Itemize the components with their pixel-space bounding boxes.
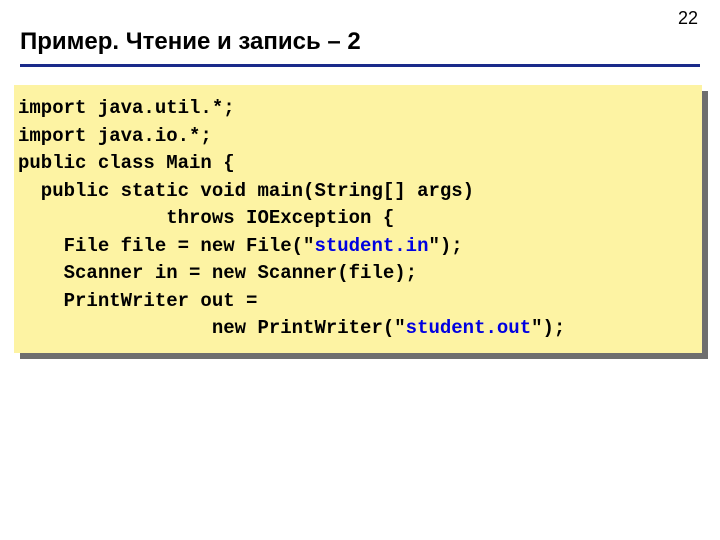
code-line: PrintWriter out = [18,290,257,312]
title-area: Пример. Чтение и запись – 2 [0,0,720,67]
title-rule [20,64,700,67]
page-number: 22 [678,8,698,29]
code-line: public static void main(String[] args) [18,180,474,202]
code-block: import java.util.*; import java.io.*; pu… [14,85,702,353]
code-string: student.in [314,235,428,257]
code-line: new PrintWriter(" [18,317,406,339]
code-line: public class Main { [18,152,235,174]
code-line: throws IOException { [18,207,394,229]
slide-title: Пример. Чтение и запись – 2 [20,28,700,62]
code-string: student.out [406,317,531,339]
code-line: import java.util.*; [18,97,235,119]
code-line: import java.io.*; [18,125,212,147]
code-line: File file = new File(" [18,235,314,257]
code-line: Scanner in = new Scanner(file); [18,262,417,284]
code-block-container: import java.util.*; import java.io.*; pu… [14,85,702,353]
code-line: "); [531,317,565,339]
code-line: "); [428,235,462,257]
